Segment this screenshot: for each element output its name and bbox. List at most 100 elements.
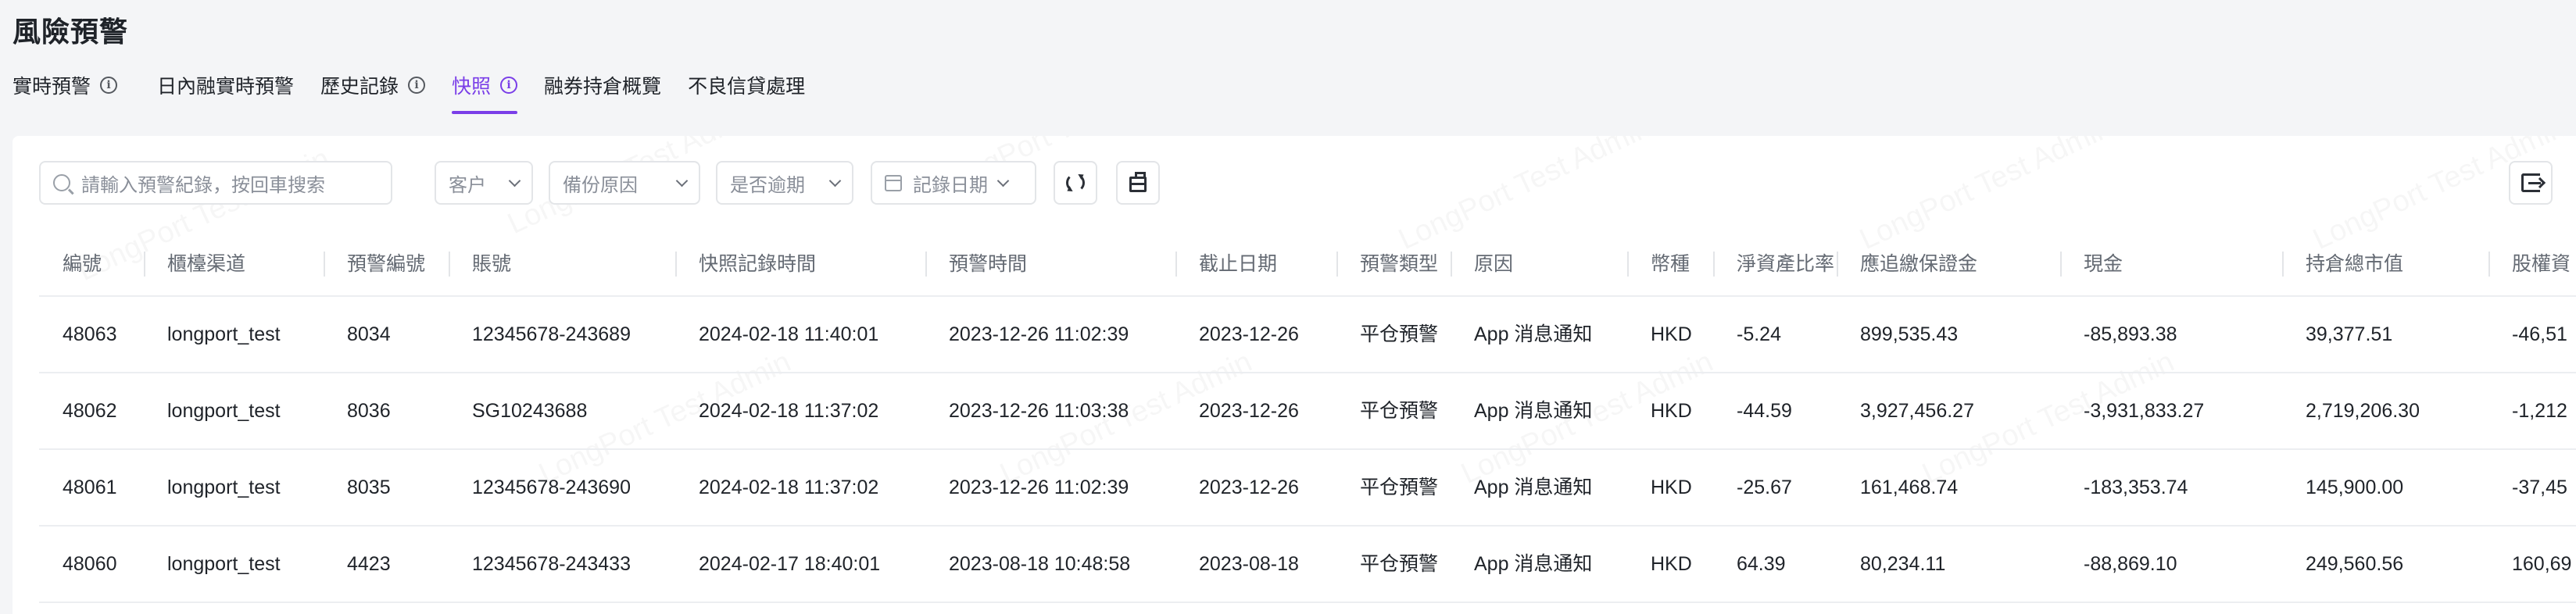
cell-equity: 160,69 xyxy=(2512,553,2572,575)
cell-alert-type: 平仓預警 xyxy=(1360,323,1439,345)
select-label: 是否逾期 xyxy=(730,174,805,196)
clear-filters-button[interactable] xyxy=(1116,161,1160,205)
column-header-alert-type[interactable]: 預警類型 xyxy=(1336,233,1438,295)
column-divider xyxy=(1627,252,1629,277)
column-header-label: 預警時間 xyxy=(949,253,1028,275)
column-header-label: 賬號 xyxy=(472,253,512,275)
tab-label: 不良信貸處理 xyxy=(688,76,806,98)
export-button[interactable] xyxy=(2509,161,2553,205)
cell-market-value: 39,377.51 xyxy=(2306,323,2393,345)
column-header-alert-time[interactable]: 預警時間 xyxy=(925,233,1027,295)
cell-deadline: 2023-12-26 xyxy=(1199,477,1299,498)
info-icon[interactable]: i xyxy=(500,77,518,94)
cell-currency: HKD xyxy=(1651,553,1692,575)
cell-margin-call: 161,468.74 xyxy=(1860,477,1959,498)
select-label: 記錄日期 xyxy=(913,174,988,196)
cell-channel: longport_test xyxy=(167,553,281,575)
column-header-currency[interactable]: 幣種 xyxy=(1627,233,1690,295)
tab-bad-credit[interactable]: 不良信貸處理 xyxy=(688,66,805,105)
info-icon[interactable]: i xyxy=(100,77,118,94)
search-placeholder: 請輸入預警紀錄，按回車搜索 xyxy=(81,174,325,196)
column-header-margin-call[interactable]: 應追繳保證金 xyxy=(1837,233,1977,295)
overdue-select[interactable]: 是否逾期 xyxy=(716,161,853,205)
cell-equity: -37,45 xyxy=(2512,477,2567,498)
column-header-reason[interactable]: 原因 xyxy=(1451,233,1513,295)
tab-intraday-alert[interactable]: 日內融實時預警 xyxy=(157,66,294,105)
cell-alert-time: 2023-12-26 11:02:39 xyxy=(949,477,1129,498)
column-divider xyxy=(1837,252,1838,277)
column-divider xyxy=(2282,252,2284,277)
table-row[interactable]: 48062 longport_test 8036 SG10243688 2024-02-… xyxy=(39,373,2576,450)
cell-margin-call: 80,234.11 xyxy=(1860,553,1946,575)
cell-currency: HKD xyxy=(1651,323,1692,345)
column-header-id[interactable]: 編號 xyxy=(39,233,102,295)
cell-account: SG10243688 xyxy=(472,400,588,422)
column-header-account[interactable]: 賬號 xyxy=(449,233,511,295)
cell-equity: -46,51 xyxy=(2512,323,2567,345)
cell-cash: -85,893.38 xyxy=(2084,323,2177,345)
column-header-deadline[interactable]: 截止日期 xyxy=(1175,233,1277,295)
column-header-label: 持倉總市值 xyxy=(2306,253,2404,275)
column-header-net-asset-ratio[interactable]: 淨資產比率 xyxy=(1713,233,1834,295)
column-header-cash[interactable]: 現金 xyxy=(2060,233,2123,295)
column-header-snapshot-time[interactable]: 快照記錄時間 xyxy=(675,233,816,295)
cell-alert-id: 4423 xyxy=(347,553,391,575)
snapshot-table: 編號 櫃檯渠道 預警編號 賬號 快照記錄時間 預警時間 截止日期 預警類型 原因… xyxy=(39,233,2576,603)
cell-channel: longport_test xyxy=(167,477,281,498)
tab-snapshot[interactable]: 快照 i xyxy=(452,66,518,114)
column-header-channel[interactable]: 櫃檯渠道 xyxy=(144,233,245,295)
search-icon xyxy=(53,174,70,191)
cell-market-value: 2,719,206.30 xyxy=(2306,400,2420,422)
cell-account: 12345678-243690 xyxy=(472,477,631,498)
cell-reason: App 消息通知 xyxy=(1474,553,1593,575)
column-divider xyxy=(1713,252,1715,277)
column-divider xyxy=(1336,252,1338,277)
column-header-label: 原因 xyxy=(1474,253,1514,275)
cell-deadline: 2023-08-18 xyxy=(1199,553,1299,575)
tab-bar: 實時預警 i 日內融實時預警 歷史記錄 i 快照 i 融券持倉概覽 不良信貸處理 xyxy=(13,66,832,120)
chevron-down-icon xyxy=(675,174,689,187)
tab-realtime-alert[interactable]: 實時預警 i xyxy=(13,66,131,105)
column-divider xyxy=(1175,252,1177,277)
record-date-picker[interactable]: 記錄日期 xyxy=(871,161,1036,205)
select-label: 客户 xyxy=(449,174,486,196)
tab-short-position-overview[interactable]: 融券持倉概覽 xyxy=(544,66,661,105)
cell-alert-id: 8034 xyxy=(347,323,391,345)
cell-id: 48063 xyxy=(63,323,117,345)
tab-label: 融券持倉概覽 xyxy=(544,76,662,98)
search-input[interactable]: 請輸入預警紀錄，按回車搜索 xyxy=(39,161,392,205)
cell-deadline: 2023-12-26 xyxy=(1199,400,1299,422)
cell-snapshot-time: 2024-02-18 11:37:02 xyxy=(699,400,879,422)
tab-label: 歷史記錄 xyxy=(320,76,399,98)
cell-alert-time: 2023-08-18 10:48:58 xyxy=(949,553,1131,575)
backup-reason-select[interactable]: 備份原因 xyxy=(549,161,700,205)
calendar-icon xyxy=(885,174,902,191)
tab-label: 日內融實時預警 xyxy=(157,76,295,98)
page-title: 風險預警 xyxy=(13,16,129,48)
customer-select[interactable]: 客户 xyxy=(435,161,533,205)
info-icon[interactable]: i xyxy=(408,77,426,94)
cell-cash: -88,869.10 xyxy=(2084,553,2177,575)
cell-deadline: 2023-12-26 xyxy=(1199,323,1299,345)
cell-net-asset-ratio: -5.24 xyxy=(1737,323,1781,345)
column-header-market-value[interactable]: 持倉總市值 xyxy=(2282,233,2403,295)
table-row[interactable]: 48060 longport_test 4423 12345678-243433 202… xyxy=(39,527,2576,603)
cell-net-asset-ratio: 64.39 xyxy=(1737,553,1786,575)
refresh-icon xyxy=(1066,173,1085,192)
chevron-down-icon xyxy=(828,174,842,187)
clear-filter-icon xyxy=(1129,172,1147,192)
cell-net-asset-ratio: -44.59 xyxy=(1737,400,1792,422)
tab-history[interactable]: 歷史記錄 i xyxy=(320,66,426,105)
table-row[interactable]: 48061 longport_test 8035 12345678-243690 202… xyxy=(39,450,2576,527)
column-header-label: 現金 xyxy=(2084,253,2123,275)
cell-cash: -3,931,833.27 xyxy=(2084,400,2205,422)
column-header-equity[interactable]: 股權資 xyxy=(2488,233,2571,295)
column-header-alert-id[interactable]: 預警編號 xyxy=(324,233,425,295)
export-icon xyxy=(2521,173,2541,192)
chevron-down-icon xyxy=(996,174,1010,187)
refresh-button[interactable] xyxy=(1054,161,1097,205)
cell-account: 12345678-243689 xyxy=(472,323,631,345)
cell-cash: -183,353.74 xyxy=(2084,477,2188,498)
table-row[interactable]: 48063 longport_test 8034 12345678-243689 202… xyxy=(39,297,2576,373)
cell-equity: -1,212 xyxy=(2512,400,2567,422)
